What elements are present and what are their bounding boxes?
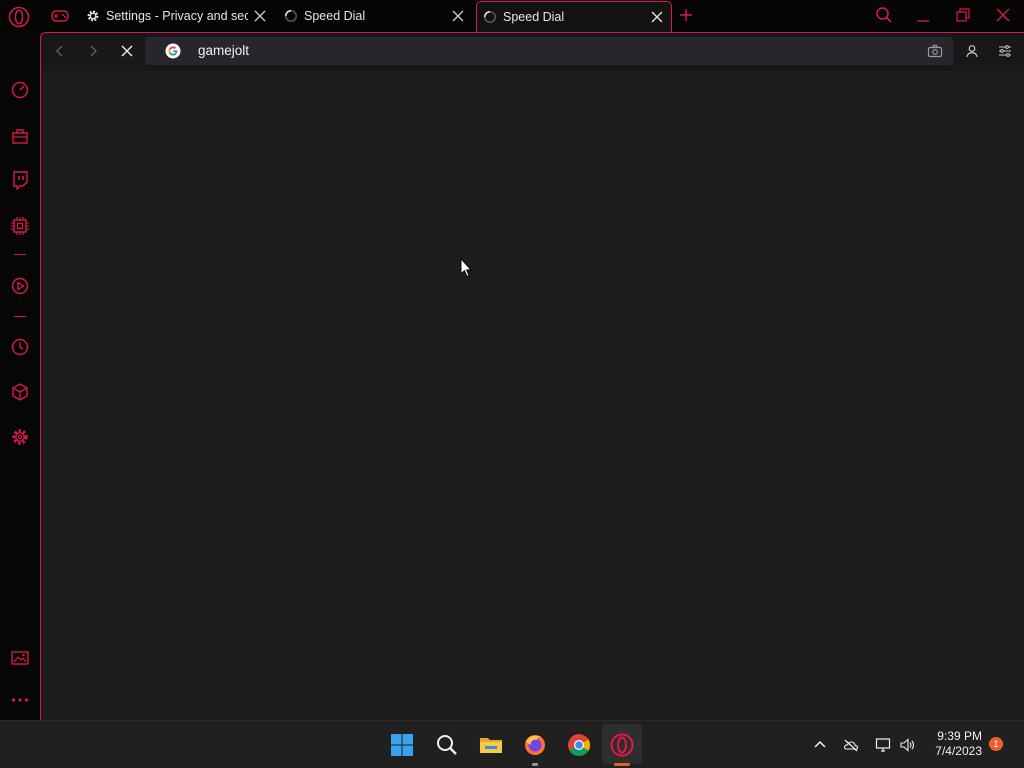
camera-icon[interactable] [927, 43, 943, 59]
firefox-icon[interactable] [523, 733, 547, 757]
opera-gx-logo-icon[interactable] [8, 6, 30, 28]
title-bar: Settings - Privacy and security Speed Di… [0, 0, 1024, 32]
history-icon[interactable] [10, 337, 30, 357]
onedrive-offline-icon[interactable] [843, 737, 859, 753]
close-tab-icon[interactable] [651, 11, 663, 23]
close-window-icon[interactable] [996, 8, 1010, 22]
tab-title: Settings - Privacy and security [106, 8, 248, 23]
gx-controller-icon[interactable] [50, 7, 70, 25]
page-content [41, 71, 1024, 720]
stop-loading-icon[interactable] [120, 44, 134, 58]
restore-icon[interactable] [956, 8, 970, 22]
forward-icon[interactable] [86, 44, 100, 58]
loading-spinner-icon [483, 10, 497, 24]
active-indicator [614, 763, 630, 766]
google-icon [165, 43, 181, 59]
settings-icon[interactable] [10, 427, 30, 447]
back-icon[interactable] [53, 44, 67, 58]
opera-gx-icon[interactable] [610, 733, 634, 757]
network-icon[interactable] [875, 737, 891, 753]
shopping-bag-icon[interactable] [10, 126, 30, 146]
sidebar-divider [14, 254, 26, 255]
file-explorer-icon[interactable] [479, 733, 503, 757]
player-icon[interactable] [10, 276, 30, 296]
speedometer-icon[interactable] [10, 80, 30, 100]
more-icon[interactable] [10, 690, 30, 710]
cube-icon[interactable] [10, 382, 30, 402]
chevron-up-icon[interactable] [812, 737, 828, 753]
new-tab-icon[interactable] [678, 7, 694, 23]
clock-time: 9:39 PM [937, 729, 982, 743]
search-icon[interactable] [435, 733, 459, 757]
easy-setup-icon[interactable] [998, 44, 1012, 58]
volume-icon[interactable] [899, 737, 915, 753]
minimize-icon[interactable] [916, 9, 930, 23]
gear-icon [87, 10, 99, 21]
tab-speed-dial-active[interactable]: Speed Dial [476, 1, 672, 32]
sidebar-divider [14, 316, 26, 317]
cpu-icon[interactable] [10, 216, 30, 236]
tab-title: Speed Dial [304, 8, 366, 23]
notification-badge[interactable]: 1 [989, 737, 1003, 751]
address-input[interactable]: gamejolt [198, 43, 249, 58]
running-indicator [532, 763, 538, 766]
windows-start-icon[interactable] [390, 733, 414, 757]
loading-spinner-icon [284, 9, 298, 22]
sidebar [0, 32, 40, 720]
browser-frame: gamejolt [40, 32, 1024, 720]
tab-speed-dial[interactable]: Speed Dial [282, 0, 472, 31]
chrome-icon[interactable] [567, 733, 591, 757]
tab-title: Speed Dial [503, 10, 565, 24]
twitch-icon[interactable] [10, 170, 30, 190]
tab-search-icon[interactable] [875, 6, 893, 24]
address-bar[interactable]: gamejolt [145, 37, 953, 65]
clock-date: 7/4/2023 [935, 744, 982, 758]
tab-settings[interactable]: Settings - Privacy and security [84, 0, 272, 31]
close-tab-icon[interactable] [452, 10, 464, 22]
system-clock[interactable]: 9:39 PM 7/4/2023 [924, 729, 982, 759]
navigation-toolbar: gamejolt [41, 33, 1024, 71]
profile-icon[interactable] [965, 44, 979, 58]
taskbar: 9:39 PM 7/4/2023 1 [0, 720, 1024, 768]
snapshot-icon[interactable] [10, 648, 30, 668]
close-tab-icon[interactable] [254, 10, 266, 22]
mouse-cursor-icon [460, 258, 472, 278]
